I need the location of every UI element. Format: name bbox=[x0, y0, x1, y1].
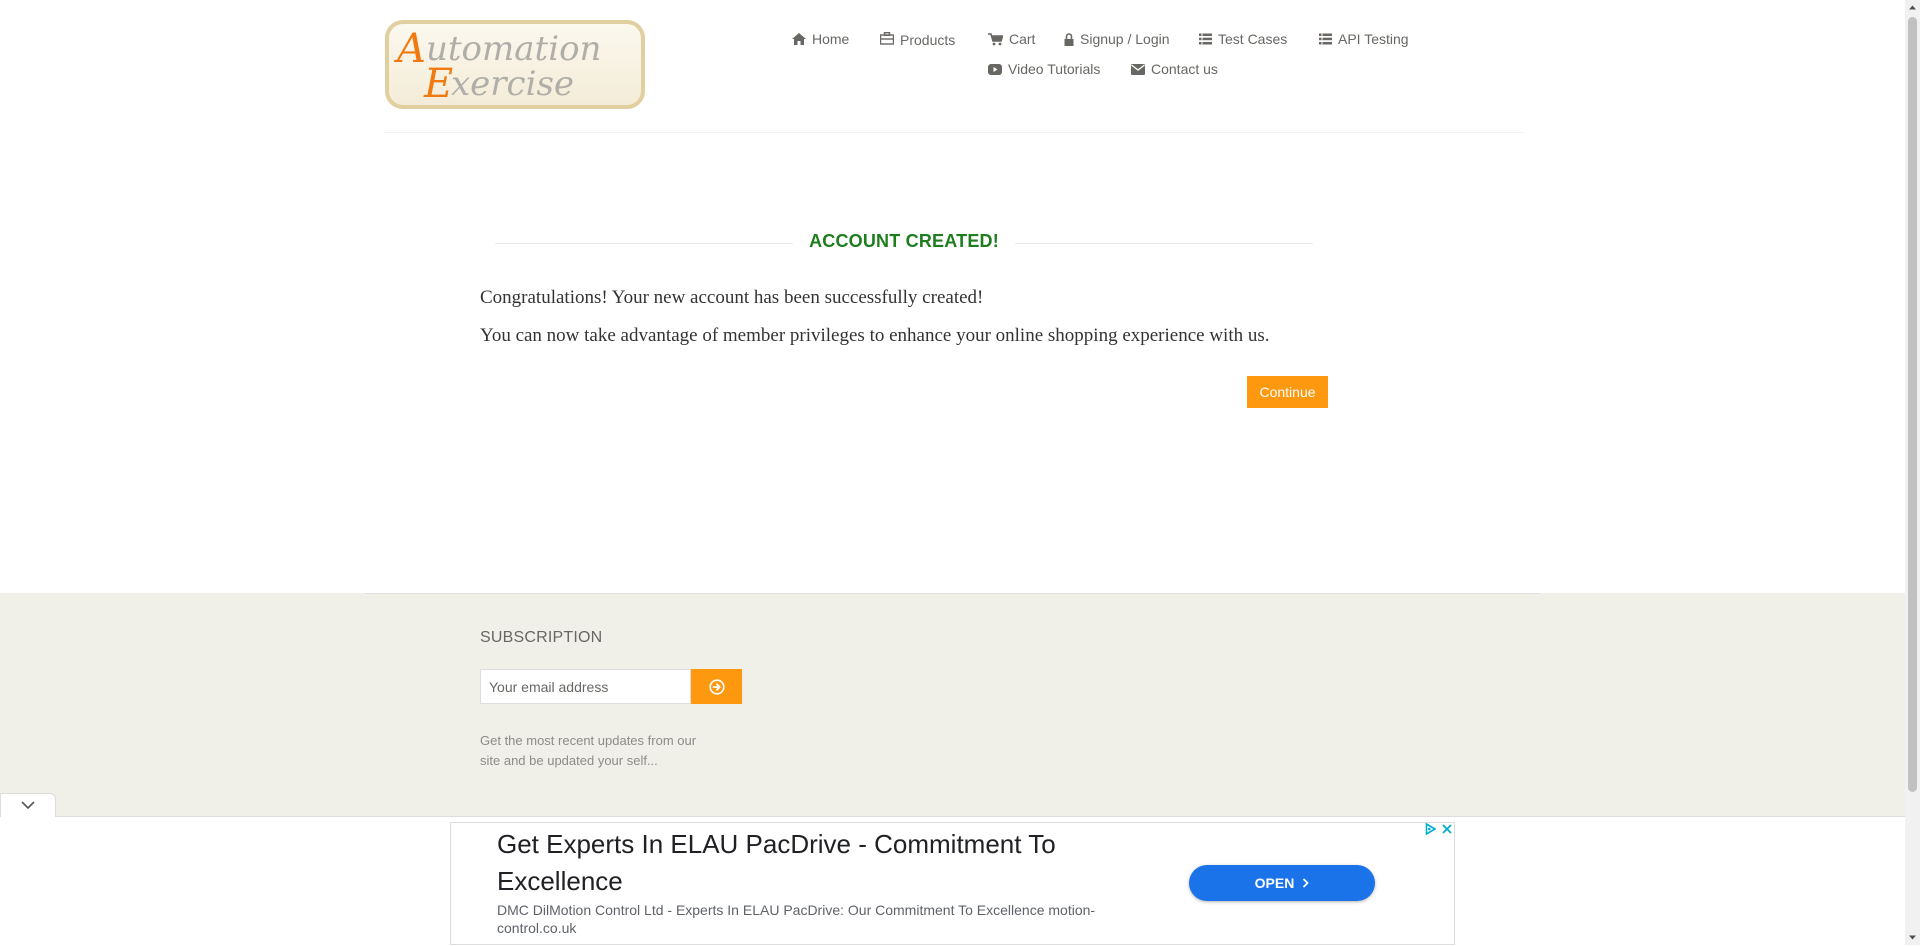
ad-headline[interactable]: Get Experts In ELAU PacDrive - Commitmen… bbox=[497, 826, 1157, 900]
chevron-right-icon bbox=[1303, 878, 1310, 888]
subscription-title: SUBSCRIPTION bbox=[480, 629, 603, 646]
nav-home-label: Home bbox=[812, 31, 850, 47]
nav-products[interactable]: Products bbox=[880, 30, 956, 48]
chevron-down-icon bbox=[21, 801, 35, 810]
scrollbar-thumb[interactable] bbox=[1908, 17, 1917, 792]
home-icon bbox=[792, 33, 806, 45]
circle-arrow-right-icon bbox=[708, 678, 725, 695]
header-divider bbox=[384, 132, 1524, 133]
nav-signup-login[interactable]: Signup / Login bbox=[1064, 31, 1170, 47]
envelope-icon bbox=[1131, 63, 1145, 75]
nav-signup-label: Signup / Login bbox=[1080, 31, 1170, 47]
ad-collapse-toggle[interactable] bbox=[0, 793, 56, 817]
subscription-email-input[interactable] bbox=[480, 669, 691, 704]
nav-cart[interactable]: Cart bbox=[988, 31, 1035, 47]
account-created-heading: ACCOUNT CREATED! bbox=[495, 228, 1313, 258]
list-icon bbox=[1199, 33, 1212, 45]
ad-description[interactable]: DMC DilMotion Control Ltd - Experts In E… bbox=[497, 901, 1147, 937]
ad-open-button[interactable]: OPEN bbox=[1189, 865, 1375, 901]
nav-contact-us[interactable]: Contact us bbox=[1131, 61, 1218, 77]
subscribe-button[interactable] bbox=[691, 669, 742, 704]
page-scrollbar[interactable] bbox=[1905, 0, 1920, 945]
nav-test-cases[interactable]: Test Cases bbox=[1199, 31, 1287, 47]
footer-divider bbox=[365, 593, 1540, 594]
nav-video-tutorials[interactable]: Video Tutorials bbox=[988, 61, 1100, 77]
nav-api-testing-label: API Testing bbox=[1338, 31, 1409, 47]
briefcase-icon bbox=[880, 31, 894, 45]
nav-products-label: Products bbox=[900, 32, 956, 48]
lock-icon bbox=[1064, 32, 1074, 46]
ad-open-label: OPEN bbox=[1254, 875, 1295, 891]
site-logo[interactable]: A utomation E xercise bbox=[385, 20, 645, 109]
main-nav: Home Products Cart Signup / Login Test C… bbox=[770, 28, 1440, 88]
ad-close-icon[interactable] bbox=[1440, 822, 1454, 836]
page-title: ACCOUNT CREATED! bbox=[793, 231, 1015, 251]
list-icon bbox=[1319, 33, 1332, 45]
scroll-up-arrow-icon[interactable] bbox=[1905, 0, 1920, 15]
nav-home[interactable]: Home bbox=[792, 31, 849, 47]
logo-text-line2: xercise bbox=[451, 64, 574, 104]
subscription-note: Get the most recent updates from our sit… bbox=[480, 733, 697, 768]
svg-text:A: A bbox=[393, 26, 426, 72]
site-header: A utomation E xercise Home Products Cart… bbox=[0, 0, 1905, 133]
privileges-message: You can now take advantage of member pri… bbox=[480, 325, 1270, 346]
nav-test-cases-label: Test Cases bbox=[1218, 31, 1288, 47]
youtube-play-icon bbox=[988, 63, 1002, 75]
nav-contact-label: Contact us bbox=[1151, 61, 1218, 77]
svg-text:E: E bbox=[423, 61, 453, 105]
nav-video-label: Video Tutorials bbox=[1008, 61, 1101, 77]
congrats-message: Congratulations! Your new account has be… bbox=[480, 287, 984, 308]
scroll-down-arrow-icon[interactable] bbox=[1905, 930, 1920, 945]
continue-button[interactable]: Continue bbox=[1247, 376, 1328, 408]
nav-cart-label: Cart bbox=[1009, 31, 1036, 47]
cart-icon bbox=[988, 32, 1003, 45]
footer bbox=[0, 593, 1905, 823]
adchoices-icon[interactable] bbox=[1425, 823, 1436, 835]
nav-api-testing[interactable]: API Testing bbox=[1319, 31, 1409, 47]
